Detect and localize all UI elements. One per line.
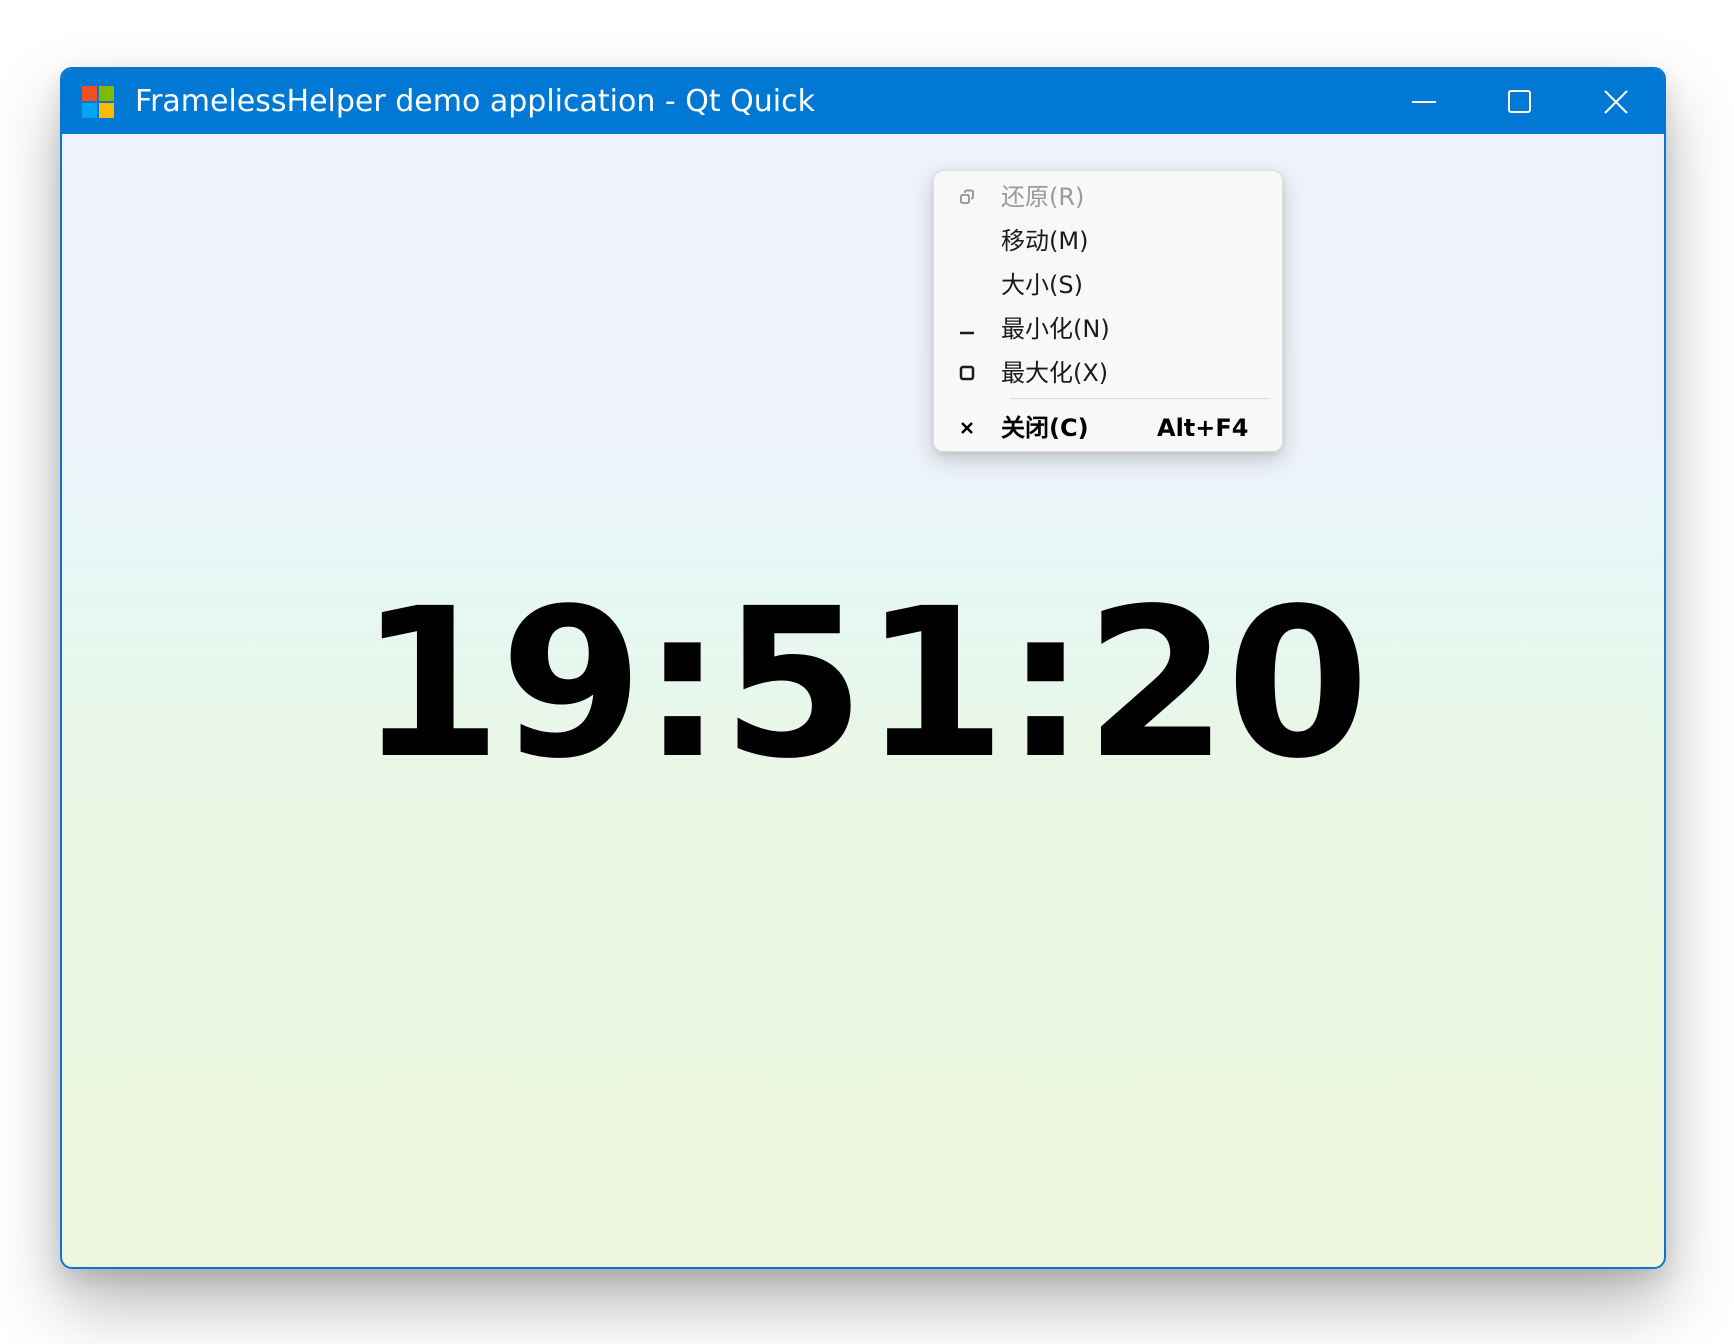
menu-item-size[interactable]: 大小(S) <box>934 263 1282 307</box>
windows-logo-icon <box>82 86 114 118</box>
maximize-button[interactable] <box>1472 69 1568 134</box>
title-bar[interactable]: FramelessHelper demo application - Qt Qu… <box>62 69 1664 134</box>
menu-item-close[interactable]: 关闭(C) Alt+F4 <box>934 406 1282 450</box>
maximize-icon <box>958 364 976 382</box>
minimize-icon <box>958 320 976 338</box>
clock-display: 19:51:20 <box>358 564 1370 804</box>
menu-item-label: 移动(M) <box>1001 227 1089 255</box>
window-title: FramelessHelper demo application - Qt Qu… <box>135 84 815 119</box>
menu-item-maximize[interactable]: 最大化(X) <box>934 351 1282 395</box>
menu-item-label: 还原(R) <box>1001 183 1085 211</box>
menu-item-label: 大小(S) <box>1001 271 1083 299</box>
menu-item-shortcut: Alt+F4 <box>1157 414 1249 442</box>
app-window: FramelessHelper demo application - Qt Qu… <box>60 67 1666 1269</box>
maximize-icon <box>1507 89 1533 115</box>
close-button[interactable] <box>1568 69 1664 134</box>
menu-item-label: 关闭(C) <box>1001 414 1089 442</box>
close-icon <box>958 419 976 437</box>
menu-item-restore: 还原(R) <box>934 175 1282 219</box>
menu-item-minimize[interactable]: 最小化(N) <box>934 307 1282 351</box>
menu-separator <box>1010 398 1269 399</box>
menu-item-label: 最大化(X) <box>1001 359 1109 387</box>
minimize-icon <box>1411 89 1437 115</box>
system-menu: 还原(R) 移动(M) 大小(S) 最小化(N) 最大化(X) 关闭(C) Al… <box>933 170 1283 452</box>
menu-item-label: 最小化(N) <box>1001 315 1110 343</box>
minimize-button[interactable] <box>1376 69 1472 134</box>
close-icon <box>1603 89 1629 115</box>
restore-icon <box>958 188 976 206</box>
menu-item-move[interactable]: 移动(M) <box>934 219 1282 263</box>
